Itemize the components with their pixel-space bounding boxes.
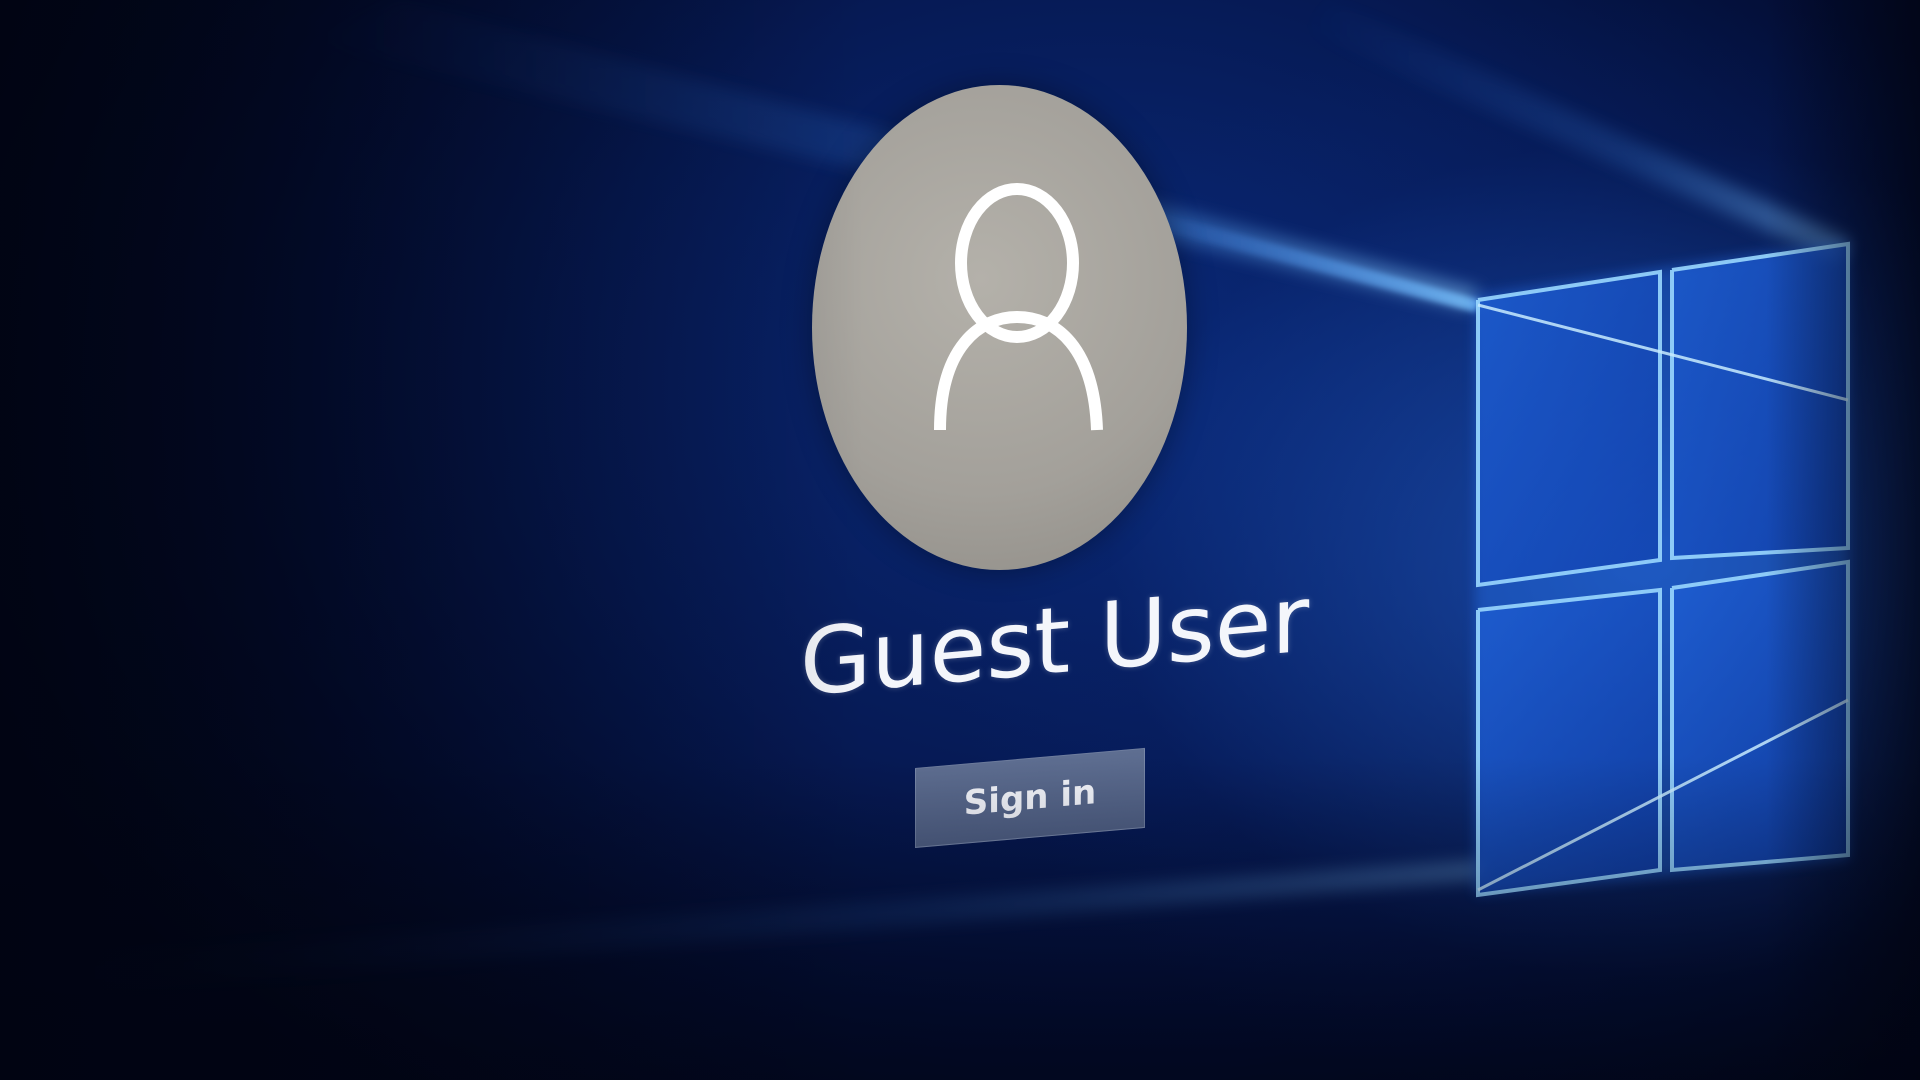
sign-in-label: Sign in [963, 772, 1097, 824]
lock-screen: Guest User Sign in [0, 0, 1920, 1080]
user-avatar [812, 85, 1187, 570]
user-silhouette-icon [934, 183, 1103, 431]
